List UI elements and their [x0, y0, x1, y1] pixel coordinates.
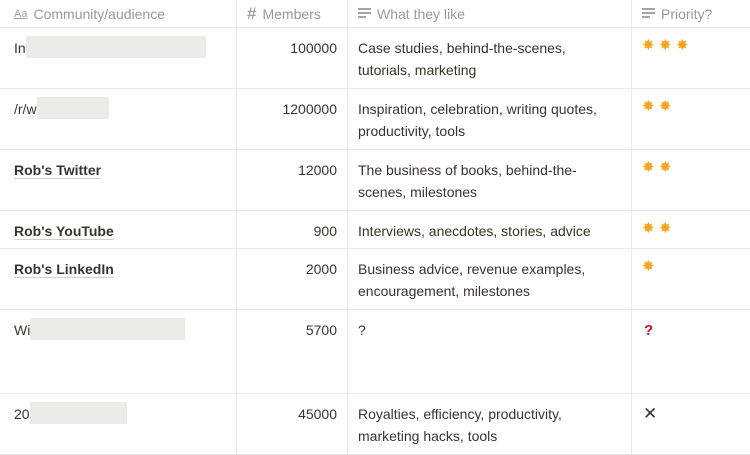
number-property-icon: #: [247, 3, 257, 23]
cell-priority[interactable]: ✕: [632, 394, 750, 454]
table-row[interactable]: 20 45000 Royalties, efficiency, productivi…: [0, 394, 750, 455]
community-name[interactable]: Rob's LinkedIn: [14, 261, 114, 278]
star-icon: ✸: [659, 98, 672, 115]
cell-priority[interactable]: ✸ ✸: [632, 211, 750, 248]
redacted-block: [25, 36, 206, 58]
column-header-label: Priority?: [661, 5, 713, 22]
star-icon: ✸: [676, 37, 689, 54]
cell-what-they-like[interactable]: Royalties, efficiency, productivity, mar…: [348, 394, 632, 454]
star-icon: ✸: [642, 98, 655, 115]
star-icon: ✸: [642, 258, 655, 275]
cell-community[interactable]: Rob's LinkedIn: [0, 249, 237, 309]
cell-members[interactable]: 100000: [237, 28, 348, 88]
redacted-block: [30, 318, 186, 340]
database-table: Aa Community/audience # Members What the…: [0, 0, 750, 455]
column-header-priority[interactable]: Priority?: [632, 0, 750, 27]
cell-members[interactable]: 2000: [237, 249, 348, 309]
table-row[interactable]: Rob's LinkedIn 2000 Business advice, reven…: [0, 249, 750, 310]
text-lines-icon: [358, 8, 371, 19]
table-header-row: Aa Community/audience # Members What the…: [0, 0, 750, 28]
column-header-community[interactable]: Aa Community/audience: [0, 0, 237, 27]
community-name[interactable]: /r/w: [14, 101, 37, 117]
cell-members[interactable]: 45000: [237, 394, 348, 454]
star-icon: ✸: [659, 220, 672, 237]
cell-what-they-like[interactable]: ?: [348, 310, 632, 393]
cell-members[interactable]: 900: [237, 211, 348, 248]
column-header-label: Members: [262, 5, 321, 22]
cell-what-they-like[interactable]: Interviews, anecdotes, stories, advice: [348, 211, 632, 248]
cell-priority[interactable]: ✸ ✸: [632, 150, 750, 210]
column-header-label: What they like: [377, 5, 465, 22]
community-name[interactable]: In: [14, 40, 26, 56]
column-header-label: Community/audience: [33, 5, 165, 22]
priority-stars: ✸ ✸: [642, 220, 750, 236]
table-row[interactable]: Rob's Twitter 12000 The business of books,…: [0, 150, 750, 211]
cross-icon: ✕: [643, 404, 658, 423]
community-name[interactable]: 20: [14, 406, 30, 422]
table-row[interactable]: /r/w 1200000 Inspiration, celebration, wri…: [0, 89, 750, 150]
column-header-members[interactable]: # Members: [237, 0, 348, 27]
cell-community[interactable]: Wi: [0, 310, 237, 393]
star-icon: ✸: [642, 37, 655, 54]
cell-community[interactable]: Rob's Twitter: [0, 150, 237, 210]
text-lines-icon: [642, 8, 655, 19]
cell-priority[interactable]: ✸ ✸ ✸: [632, 28, 750, 88]
cell-community[interactable]: Rob's YouTube: [0, 211, 237, 248]
table-row[interactable]: Wi 5700??: [0, 310, 750, 394]
cell-priority[interactable]: ✸ ✸: [632, 89, 750, 149]
cell-members[interactable]: 12000: [237, 150, 348, 210]
cell-what-they-like[interactable]: Inspiration, celebration, writing quotes…: [348, 89, 632, 149]
question-mark-icon: ?: [644, 322, 654, 339]
table-row[interactable]: Rob's YouTube 900 Interviews, anecdotes, s…: [0, 211, 750, 249]
priority-stars: ✸ ✸ ✸: [642, 37, 750, 53]
priority-stars: ✸ ✸: [642, 159, 750, 175]
text-property-icon: Aa: [14, 7, 28, 20]
redacted-block: [36, 97, 109, 119]
redacted-block: [29, 402, 127, 424]
community-name[interactable]: Rob's YouTube: [14, 223, 114, 240]
star-icon: ✸: [642, 159, 655, 176]
cell-priority[interactable]: ✸: [632, 249, 750, 309]
cell-community[interactable]: /r/w: [0, 89, 237, 149]
cell-what-they-like[interactable]: The business of books, behind-the-scenes…: [348, 150, 632, 210]
star-icon: ✸: [659, 159, 672, 176]
cell-community[interactable]: In: [0, 28, 237, 88]
cell-community[interactable]: 20: [0, 394, 237, 454]
community-name[interactable]: Wi: [14, 322, 30, 338]
priority-stars: ✸ ✸: [642, 98, 750, 114]
cell-members[interactable]: 1200000: [237, 89, 348, 149]
star-icon: ✸: [642, 220, 655, 237]
star-icon: ✸: [659, 37, 672, 54]
priority-stars: ✸: [642, 258, 750, 274]
cell-what-they-like[interactable]: Case studies, behind-the-scenes, tutoria…: [348, 28, 632, 88]
cell-priority[interactable]: ?: [632, 310, 750, 393]
cell-what-they-like[interactable]: Business advice, revenue examples, encou…: [348, 249, 632, 309]
table-row[interactable]: In 100000 Case studies, behind-the-scenes,…: [0, 28, 750, 89]
cell-members[interactable]: 5700: [237, 310, 348, 393]
table-body: In 100000 Case studies, behind-the-scenes,…: [0, 28, 750, 455]
community-name[interactable]: Rob's Twitter: [14, 162, 102, 179]
column-header-likes[interactable]: What they like: [348, 0, 632, 27]
